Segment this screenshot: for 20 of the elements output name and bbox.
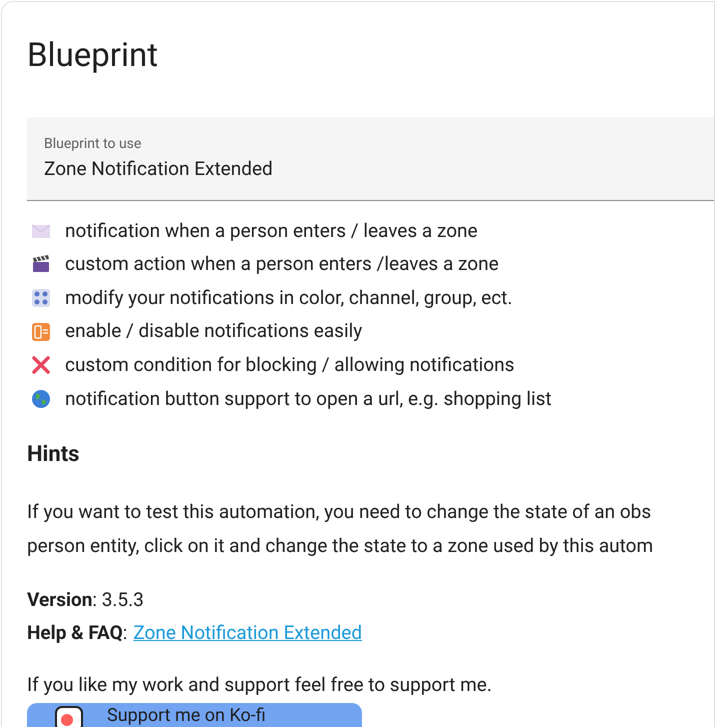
clapperboard-icon — [31, 254, 51, 274]
version-text: Version: 3.5.3 — [27, 586, 145, 613]
feature-text: notification button support to open a url, e.g. shopping list — [65, 386, 552, 412]
card-title: Blueprint — [27, 36, 160, 76]
hint-text: person entity, click on it and change the state to a zone used by this autom — [27, 532, 654, 559]
feature-text: custom action when a person enters /leaves a zone — [65, 251, 499, 278]
feature-text: notification when a person enters / leaves a zone — [65, 218, 478, 244]
cross-mark-icon — [31, 355, 51, 376]
globe-icon — [31, 388, 51, 409]
phone-off-icon — [31, 322, 51, 342]
feature-text: custom condition for blocking / allowing notifications — [65, 352, 514, 378]
feature-text: enable / disable notifications easily — [65, 318, 362, 344]
feature-text: modify your notifications in color, channel, group, ect. — [65, 284, 512, 311]
ko-fi-button[interactable]: Support me on Ko-fi — [27, 702, 362, 727]
help-label: Help & FAQ: — [27, 620, 128, 646]
support-text: If you like my work and support feel free to support me. — [27, 672, 493, 698]
hint-text: If you want to test this automation, you need to change the state of an obs — [27, 498, 652, 525]
blueprint-select-field[interactable]: Blueprint to use Zone Notification Extended — [27, 117, 714, 201]
control-knobs-icon — [31, 288, 51, 308]
hints-heading: Hints — [27, 440, 80, 469]
